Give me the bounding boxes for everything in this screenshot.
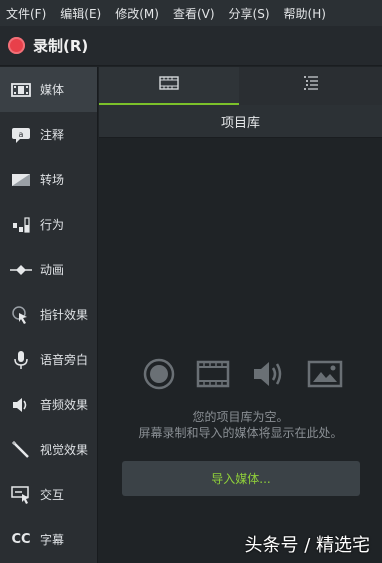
- library-title: 项目库: [99, 105, 382, 138]
- svg-text:a: a: [19, 130, 24, 139]
- sidebar-item-label: 语音旁白: [40, 353, 89, 367]
- animation-icon: [10, 259, 32, 281]
- captions-icon: CC: [11, 532, 31, 547]
- sidebar-item-label: 字幕: [40, 533, 65, 547]
- sidebar: 媒体 a 注释 转场 行为 动画 指针效果 语音旁白 音频效果 视觉效果 交互 …: [0, 67, 98, 563]
- sidebar-item-label: 注释: [40, 128, 65, 142]
- sidebar-item-label: 转场: [40, 173, 65, 187]
- sidebar-item-annotations[interactable]: a 注释: [0, 112, 97, 157]
- record-label: 录制(R): [33, 37, 89, 55]
- sidebar-item-cursor-effects[interactable]: 指针效果: [0, 292, 97, 337]
- sidebar-item-label: 音频效果: [40, 398, 89, 412]
- menu-help[interactable]: 帮助(H): [284, 5, 326, 22]
- sidebar-item-audio-effects[interactable]: 音频效果: [0, 382, 97, 427]
- watermark-text: 头条号 / 精选宅: [244, 535, 370, 556]
- record-icon: [8, 37, 25, 54]
- sidebar-item-visual-effects[interactable]: 视觉效果: [0, 427, 97, 472]
- callout-icon: a: [10, 124, 32, 146]
- sidebar-item-media[interactable]: 媒体: [0, 67, 97, 112]
- behaviors-icon: [10, 214, 32, 236]
- sidebar-item-label: 视觉效果: [40, 443, 89, 457]
- library-tabs: [99, 67, 382, 105]
- sidebar-item-captions[interactable]: CC 字幕: [0, 517, 97, 562]
- menu-bar: 文件(F) 编辑(E) 修改(M) 查看(V) 分享(S) 帮助(H): [0, 0, 382, 26]
- sidebar-item-label: 动画: [40, 263, 65, 277]
- sidebar-item-label: 媒体: [40, 83, 65, 97]
- sidebar-item-interactivity[interactable]: 交互: [0, 472, 97, 517]
- empty-message-line-1: 您的项目库为空。: [192, 410, 289, 424]
- magic-wand-icon: [10, 439, 32, 461]
- record-bar: 录制(R): [0, 26, 382, 66]
- transition-icon: [10, 169, 32, 191]
- interactivity-icon: [10, 484, 32, 506]
- list-icon: [302, 75, 320, 95]
- menu-edit[interactable]: 编辑(E): [60, 5, 101, 22]
- sidebar-item-label: 交互: [40, 488, 65, 502]
- empty-library-message: 您的项目库为空。 屏幕录制和导入的媒体将显示在此处。: [99, 409, 382, 441]
- record-button[interactable]: 录制(R): [8, 35, 88, 56]
- cursor-effect-icon: [10, 304, 32, 326]
- sidebar-item-label: 行为: [40, 218, 65, 232]
- speaker-icon: [252, 359, 286, 393]
- menu-view[interactable]: 查看(V): [173, 5, 215, 22]
- empty-library-icons: [143, 358, 343, 394]
- tab-media-bin[interactable]: [99, 67, 239, 105]
- menu-file[interactable]: 文件(F): [6, 5, 46, 22]
- film-icon: [10, 79, 32, 101]
- film-icon: [159, 75, 179, 95]
- sidebar-item-behaviors[interactable]: 行为: [0, 202, 97, 247]
- sidebar-item-label: 指针效果: [40, 308, 89, 322]
- tab-library-list[interactable]: [239, 67, 382, 105]
- import-media-button[interactable]: 导入媒体...: [122, 461, 360, 496]
- menu-share[interactable]: 分享(S): [229, 5, 270, 22]
- speaker-icon: [10, 394, 32, 416]
- microphone-icon: [10, 349, 32, 371]
- film-icon: [196, 360, 230, 392]
- sidebar-item-transitions[interactable]: 转场: [0, 157, 97, 202]
- empty-message-line-2: 屏幕录制和导入的媒体将显示在此处。: [138, 426, 343, 440]
- record-icon: [143, 358, 175, 394]
- library-area: 您的项目库为空。 屏幕录制和导入的媒体将显示在此处。 导入媒体...: [99, 139, 382, 563]
- menu-modify[interactable]: 修改(M): [115, 5, 159, 22]
- sidebar-item-animations[interactable]: 动画: [0, 247, 97, 292]
- image-icon: [307, 360, 343, 392]
- sidebar-item-voice-narration[interactable]: 语音旁白: [0, 337, 97, 382]
